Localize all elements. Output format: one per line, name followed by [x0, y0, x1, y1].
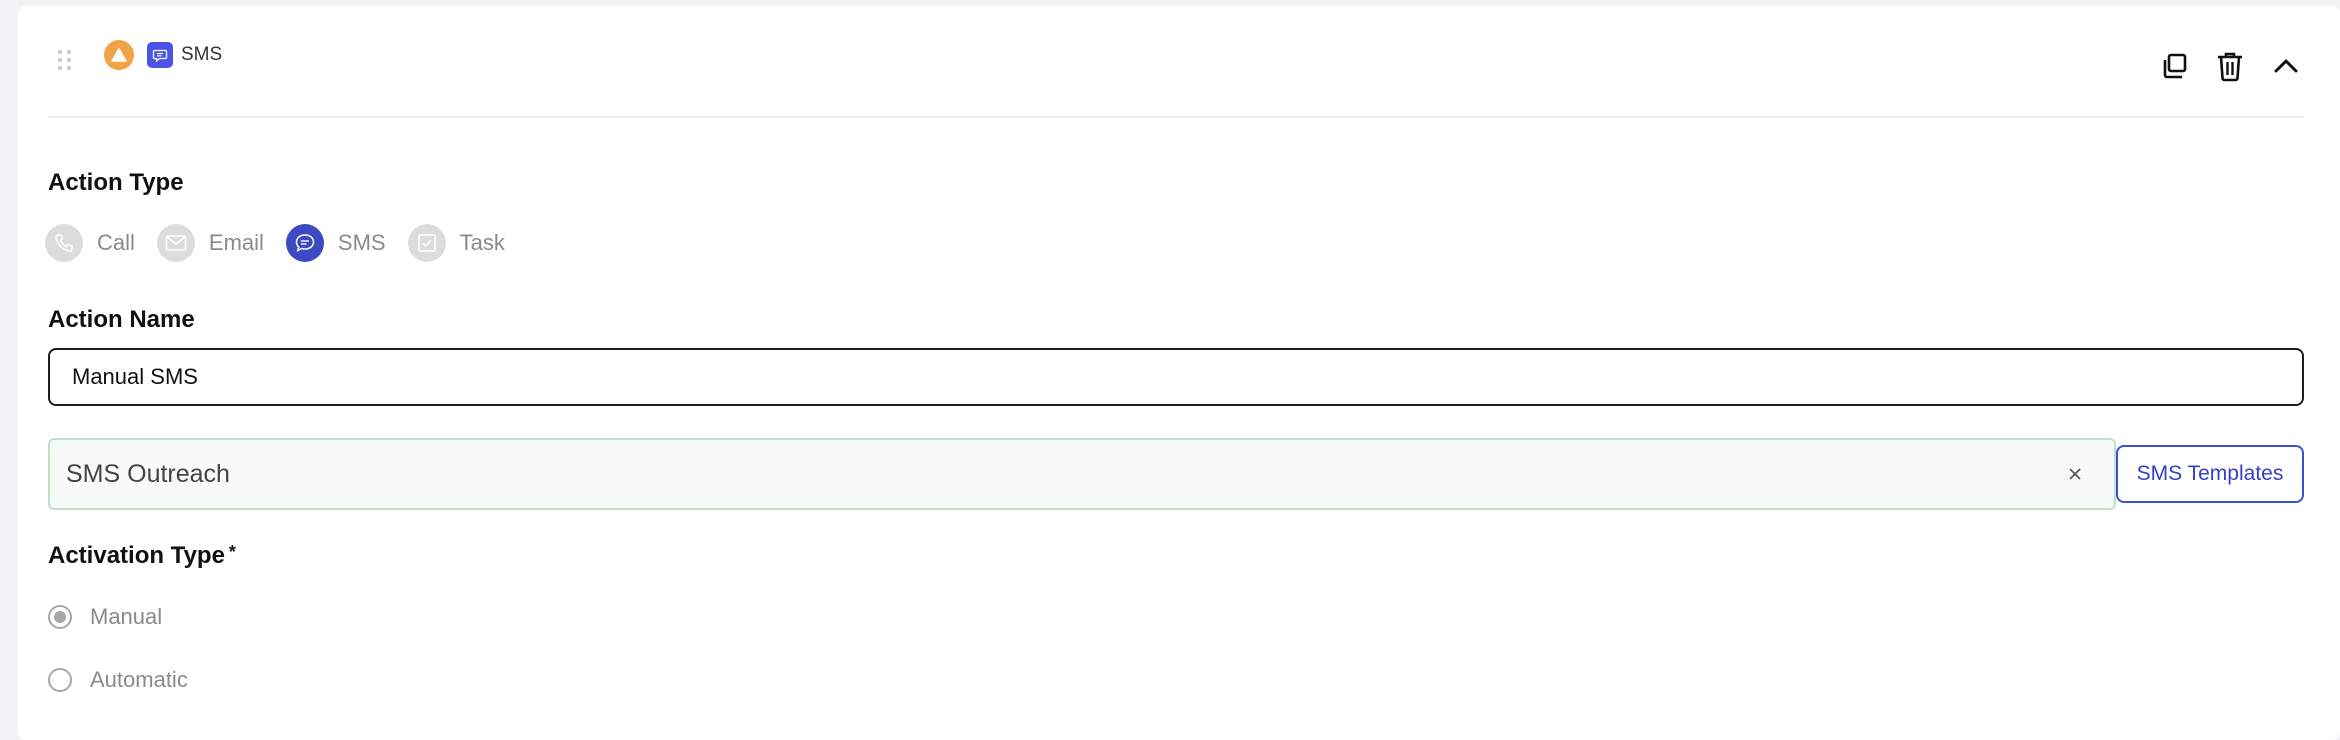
- action-name-input[interactable]: [48, 348, 2304, 406]
- action-type-label: Action Type: [48, 169, 184, 196]
- action-type-task-label: Task: [459, 230, 505, 255]
- action-card-header: SMS: [48, 6, 2304, 118]
- action-type-call-label: Call: [97, 230, 135, 255]
- sms-template-value: SMS Outreach: [66, 459, 230, 488]
- clear-template-button[interactable]: [2060, 459, 2090, 489]
- mail-icon: [156, 224, 195, 262]
- warning-triangle-icon: [104, 40, 134, 70]
- action-type-call[interactable]: Call: [45, 224, 135, 262]
- manual-radio-label: Manual: [90, 604, 163, 629]
- activation-type-label: Activation Type *: [48, 542, 236, 570]
- action-type-task[interactable]: Task: [407, 224, 505, 262]
- action-name-label: Action Name: [48, 306, 195, 333]
- duplicate-button[interactable]: [2156, 48, 2192, 84]
- chat-bubble-icon: [285, 224, 324, 262]
- phone-icon: [45, 224, 83, 262]
- manual-radio[interactable]: [48, 605, 72, 629]
- action-type-sms-label: SMS: [337, 230, 386, 255]
- action-type-sms[interactable]: SMS: [285, 224, 386, 262]
- trash-icon: [2218, 52, 2242, 82]
- automatic-radio[interactable]: [48, 668, 72, 692]
- drag-handle-icon[interactable]: [58, 50, 72, 70]
- required-mark: *: [228, 542, 236, 562]
- header-actions: [2156, 48, 2304, 84]
- action-type-email-label: Email: [208, 230, 264, 255]
- action-type-selector: Call Email SMS Task: [45, 224, 527, 262]
- action-card-title: SMS: [181, 44, 223, 65]
- activation-automatic-option[interactable]: Automatic: [48, 667, 188, 693]
- activation-manual-option[interactable]: Manual: [48, 604, 162, 630]
- sms-templates-button[interactable]: SMS Templates: [2116, 445, 2304, 503]
- checkbox-icon: [407, 224, 446, 262]
- activation-type-label-text: Activation Type: [48, 542, 225, 569]
- chevron-up-icon: [2274, 59, 2298, 73]
- delete-button[interactable]: [2212, 48, 2248, 84]
- collapse-button[interactable]: [2268, 48, 2304, 84]
- copy-icon: [2163, 53, 2187, 79]
- action-card: SMS Action Type Call Email SMS Task Acti…: [18, 6, 2340, 740]
- close-icon: [2069, 468, 2081, 480]
- sms-template-field[interactable]: SMS Outreach: [48, 438, 2116, 510]
- action-type-email[interactable]: Email: [156, 224, 264, 262]
- sms-chat-icon: [147, 42, 173, 68]
- automatic-radio-label: Automatic: [90, 667, 188, 692]
